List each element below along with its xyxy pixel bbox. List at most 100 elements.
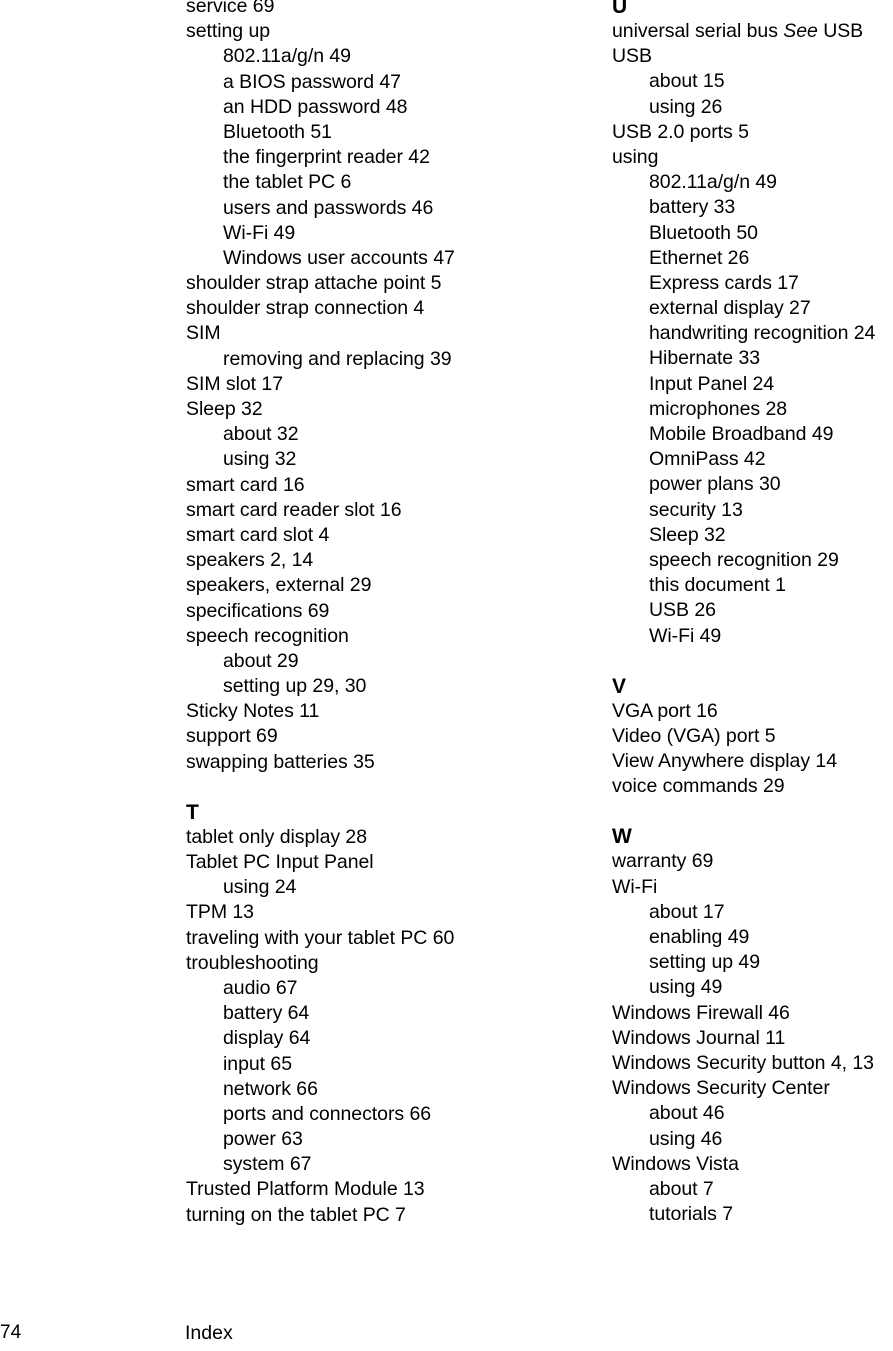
index-subentry: using 49 <box>649 976 723 999</box>
index-subentry: a BIOS password 47 <box>223 70 401 93</box>
index-subentry: external display 27 <box>649 297 811 320</box>
index-entry: Video (VGA) port 5 <box>612 724 776 747</box>
index-entry: VGA port 16 <box>612 699 718 722</box>
page-number: 74 <box>0 1322 22 1343</box>
index-entry: tablet only display 28 <box>186 825 368 848</box>
section-heading-w: W <box>612 825 633 849</box>
index-subentry: Bluetooth 50 <box>649 221 758 244</box>
index-column-left: service 69 setting up 802.11a/g/n 49 a BIOS… <box>186 0 586 1228</box>
index-entry: using <box>612 145 659 168</box>
index-entry: smart card reader slot 16 <box>186 498 402 521</box>
index-subentry: Hibernate 33 <box>649 347 761 370</box>
index-entry: Windows Security button 4, 13 <box>612 1051 874 1074</box>
letter-section: Wwarranty 69 Wi-Fi about 17 enabling 49 sett… <box>612 824 893 1227</box>
index-entry: troubleshooting <box>186 951 319 974</box>
index-subentry: about 29 <box>223 649 299 672</box>
index-subentry: about 7 <box>649 1177 714 1200</box>
index-subentry: audio 67 <box>223 976 298 999</box>
index-subentry: about 32 <box>223 423 299 446</box>
index-entry: Windows Firewall 46 <box>612 1001 790 1024</box>
index-entry-list: service 69 setting up 802.11a/g/n 49 a BIOS… <box>186 0 586 775</box>
index-subentry: Input Panel 24 <box>649 372 775 395</box>
index-entry: turning on the tablet PC 7 <box>186 1203 406 1226</box>
index-subentry: input 65 <box>223 1052 292 1075</box>
index-entry: smart card slot 4 <box>186 523 330 546</box>
index-entry: setting up <box>186 20 271 43</box>
index-subentry: OmniPass 42 <box>649 448 766 471</box>
letter-section: Ttablet only display 28 Tablet PC Input P… <box>186 800 586 1228</box>
index-subentry: Wi-Fi 49 <box>649 624 722 647</box>
index-subentry: 802.11a/g/n 49 <box>649 171 777 194</box>
page-footer: 74 Index <box>0 1305 893 1351</box>
index-entry: service 69 <box>186 0 275 17</box>
index-entry: shoulder strap connection 4 <box>186 297 425 320</box>
running-head: Index <box>185 1322 233 1344</box>
index-subentry: battery 64 <box>223 1002 310 1025</box>
index-subentry: Mobile Broadband 49 <box>649 423 834 445</box>
index-subentry: Wi-Fi 49 <box>223 221 296 244</box>
index-entry: speakers 2, 14 <box>186 549 314 572</box>
index-subentry: Express cards 17 <box>649 271 799 294</box>
index-subentry: using 26 <box>649 95 723 118</box>
letter-section: V VGA port 16 Video (VGA) port 5 View Anywh… <box>612 674 893 800</box>
index-subentry: Windows user accounts 47 <box>223 246 455 269</box>
index-subentry: about 46 <box>649 1102 725 1125</box>
section-heading-v: V <box>612 674 627 698</box>
index-subentry: the tablet PC 6 <box>223 171 352 194</box>
index-subentry: the fingerprint reader 42 <box>223 146 430 169</box>
index-entry: warranty 69 <box>612 850 714 873</box>
index-entry: Windows Journal 11 <box>612 1026 786 1049</box>
index-subentry: power plans 30 <box>649 473 781 496</box>
index-subentry: Ethernet 26 <box>649 246 750 269</box>
index-entry: shoulder strap attache point 5 <box>186 272 442 295</box>
index-entry-list: universal serial bus See USB USB about 15 u… <box>612 19 893 649</box>
index-entry: Windows Vista <box>612 1152 739 1175</box>
index-entry: TPM 13 <box>186 901 254 924</box>
index-entry: Tablet PC Input Panel <box>186 851 374 873</box>
index-subentry: Bluetooth 51 <box>223 120 332 143</box>
index-subentry: USB 26 <box>649 599 716 622</box>
index-subentry: display 64 <box>223 1027 311 1050</box>
index-entry: USB <box>612 45 652 68</box>
index-subentry: setting up 29, 30 <box>223 675 367 698</box>
index-entry: SIM slot 17 <box>186 372 283 395</box>
letter-section: service 69 setting up 802.11a/g/n 49 a BIOS… <box>186 0 586 775</box>
index-subentry: power 63 <box>223 1128 303 1151</box>
index-subentry: speech recognition 29 <box>649 548 839 571</box>
index-entry: Wi-Fi <box>612 875 658 898</box>
index-entry: speech recognition <box>186 624 349 647</box>
index-entry: smart card 16 <box>186 473 305 496</box>
section-heading-t: T <box>186 800 200 824</box>
index-entry: Sleep 32 <box>186 398 263 420</box>
index-entry: USB 2.0 ports 5 <box>612 120 749 143</box>
index-subentry: system 67 <box>223 1153 312 1176</box>
index-subentry: an HDD password 48 <box>223 95 408 118</box>
index-entry-list: tablet only display 28 Tablet PC Input Pa… <box>186 825 586 1228</box>
index-subentry: handwriting recognition 24 <box>649 322 876 345</box>
index-entry: traveling with your tablet PC 60 <box>186 926 455 949</box>
index-entry: Trusted Platform Module 13 <box>186 1178 425 1201</box>
index-subentry: about 15 <box>649 70 725 93</box>
index-entry-list: warranty 69 Wi-Fi about 17 enabling 49 setti… <box>612 849 893 1227</box>
index-subentry: microphones 28 <box>649 397 788 420</box>
index-subentry: using 32 <box>223 448 297 471</box>
index-subentry: battery 33 <box>649 196 736 219</box>
index-entry: support 69 <box>186 725 278 748</box>
index-entry: specifications 69 <box>186 599 330 622</box>
index-page: service 69 setting up 802.11a/g/n 49 a BIOS… <box>0 0 893 1290</box>
index-entry: Sticky Notes 11 <box>186 700 320 723</box>
index-subentry: using 46 <box>649 1127 723 1150</box>
index-subentry: security 13 <box>649 498 743 521</box>
index-subentry: using 24 <box>223 876 297 899</box>
index-subentry: this document 1 <box>649 574 786 597</box>
index-entry: Windows Security Center <box>612 1077 830 1100</box>
index-subentry: tutorials 7 <box>649 1203 733 1226</box>
index-entry: speakers, external 29 <box>186 574 372 597</box>
index-entry: voice commands 29 <box>612 775 785 798</box>
index-subentry: Sleep 32 <box>649 523 726 546</box>
index-subentry: setting up 49 <box>649 951 761 974</box>
index-subentry: about 17 <box>649 900 725 923</box>
index-column-right: Uuniversal serial bus See USB USB about 15… <box>612 0 893 1227</box>
index-entry-list: VGA port 16 Video (VGA) port 5 View Anywhe… <box>612 699 893 800</box>
letter-section: Uuniversal serial bus See USB USB about 15… <box>612 0 893 649</box>
